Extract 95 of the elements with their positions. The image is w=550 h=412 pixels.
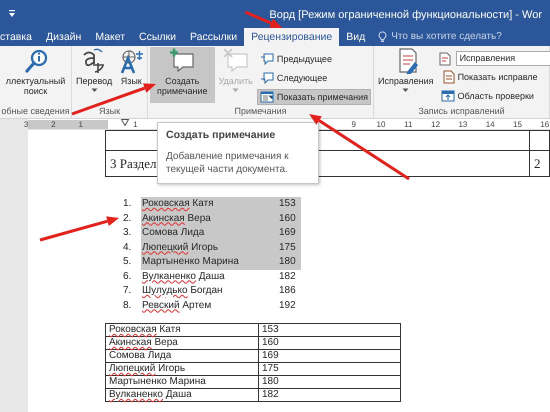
list-number: 5. — [123, 255, 132, 269]
document-icon — [438, 52, 452, 66]
list-item-value: 169 — [279, 226, 296, 240]
list-item-value: 192 — [279, 298, 296, 312]
list-number: 8. — [123, 298, 132, 312]
table-cell: 182 — [258, 388, 400, 402]
ribbon-tab[interactable]: Ссылки — [132, 28, 184, 46]
ruler-number: 1 — [77, 120, 84, 129]
reviewing-pane-icon — [440, 89, 455, 103]
table-cell: 175 — [258, 362, 400, 376]
ruler-number: 11 — [403, 120, 414, 129]
ribbon-button[interactable]: Следующее — [256, 70, 371, 86]
ribbon-tab[interactable]: Рецензирование — [244, 28, 340, 46]
list-number: 3. — [123, 226, 132, 240]
list-item[interactable]: Мартыненко Марина 180 — [141, 255, 301, 270]
list-item-value: 153 — [279, 197, 296, 211]
ruler-number: 14 — [484, 120, 496, 129]
list-item-name: Сомова Лида — [142, 226, 206, 240]
list-item[interactable]: Вулканенко Даша 182 — [141, 270, 301, 284]
show-comments-icon — [260, 90, 274, 104]
ruler-number: 13 — [457, 120, 468, 129]
table-cell: Сомова Лида — [109, 350, 172, 361]
ribbon-tab[interactable]: Дизайн — [39, 28, 88, 46]
globe-letter-icon — [118, 48, 144, 74]
customize-toolbar-icon — [8, 10, 16, 18]
comment-next-icon — [260, 71, 274, 85]
ribbon-button[interactable]: Создать примечание — [150, 47, 214, 103]
ribbon-tab[interactable]: ставка — [0, 28, 40, 46]
list-item-name: Шулудько Богдан — [142, 284, 224, 298]
lightbulb-icon — [378, 31, 388, 43]
table-cell: 160 — [258, 336, 400, 350]
table-cell: Вулканенко Даша — [109, 389, 192, 400]
comment-previous-icon — [260, 52, 274, 66]
list-number: 7. — [123, 284, 132, 298]
tooltip-text: Добавление примечания к текущей части документа. — [166, 150, 290, 176]
ruler-number: 2 — [50, 120, 57, 129]
list-item-name: Вулканенко Даша — [142, 270, 226, 284]
list-item[interactable]: Роковская Катя 153 — [141, 197, 301, 212]
list-item[interactable]: Люпецкий Игорь 175 — [141, 240, 301, 255]
ruler-number: 9 — [350, 120, 357, 129]
ribbon-button[interactable]: Язык — [116, 47, 146, 103]
list-number: 4. — [123, 240, 132, 254]
group-label: Примечания — [234, 106, 286, 116]
table-cell: 153 — [258, 324, 400, 336]
ribbon-tab[interactable]: Вид — [339, 28, 372, 46]
ruler-number: 10 — [376, 120, 386, 129]
caret-icon — [402, 88, 410, 93]
table-cell: Акинская Вера — [109, 337, 178, 348]
table-cell: Мартыненко Марина — [109, 376, 206, 387]
list-number: 6. — [123, 270, 132, 284]
ribbon-button[interactable]: Показать исправле — [438, 69, 550, 85]
ribbon-button[interactable]: Область проверки — [438, 88, 550, 104]
table-cell: Роковская Катя — [109, 324, 181, 335]
ruler-number: 1 — [132, 120, 139, 129]
list-item-name: Ревский Артем — [142, 298, 212, 312]
list-item[interactable]: Сомова Лида 169 — [141, 226, 301, 240]
ribbon-tab[interactable]: Рассылки — [183, 28, 244, 46]
caret-icon — [232, 88, 240, 93]
table-cell: 180 — [258, 376, 400, 388]
ribbon-button[interactable]: Исправления — [376, 47, 436, 103]
table-cell: Люпецкий Игорь — [109, 363, 186, 374]
ribbon-button[interactable]: ллектуальный поиск — [2, 47, 69, 103]
markup-dropdown[interactable]: Исправления — [456, 51, 550, 66]
list-item-name: Акинская Вера — [142, 212, 212, 226]
ruler-number: 3 — [22, 120, 30, 129]
tell-me-field[interactable]: Что вы хотите сделать? — [391, 31, 502, 43]
group-label: Запись исправлений — [418, 106, 505, 116]
list-item-name: Роковская Катя — [142, 197, 215, 211]
tooltip-title: Создать примечание — [166, 128, 276, 143]
ribbon-button[interactable]: Перевод — [74, 47, 114, 103]
table-cell: 169 — [258, 350, 400, 362]
ribbon-button[interactable]: Показать примечания — [256, 89, 371, 105]
show-markup-icon — [440, 70, 455, 84]
list-item-name: Люпецкий Игорь — [142, 240, 220, 254]
ruler-number: 12 — [430, 120, 442, 129]
list-item-value: 180 — [279, 255, 296, 269]
list-item[interactable]: Шулудько Богдан 186 — [141, 284, 301, 298]
ribbon-button[interactable]: Предыдущее — [256, 51, 371, 67]
list-number: 1. — [123, 197, 132, 211]
list-item-value: 182 — [279, 270, 296, 284]
ruler-number: 15 — [512, 120, 523, 129]
ruler-number: 16 — [539, 120, 550, 129]
group-label: Язык — [98, 106, 120, 116]
list-item[interactable]: Акинская Вера 160 — [141, 212, 301, 226]
window-title: Ворд [Режим ограниченной функциональности] - Wor — [269, 9, 542, 22]
caret-icon — [90, 88, 98, 93]
list-item-name: Мартыненко Марина — [142, 255, 240, 269]
list-item-value: 175 — [279, 240, 296, 254]
list-item[interactable]: Ревский Артем 192 — [141, 298, 301, 313]
ribbon-tab[interactable]: Макет — [88, 28, 132, 46]
list-item-value: 186 — [279, 284, 296, 298]
group-label: обные сведения — [1, 106, 70, 116]
list-item-value: 160 — [279, 212, 296, 226]
table-cell: 2 — [530, 150, 550, 176]
list-number: 2. — [123, 212, 132, 226]
